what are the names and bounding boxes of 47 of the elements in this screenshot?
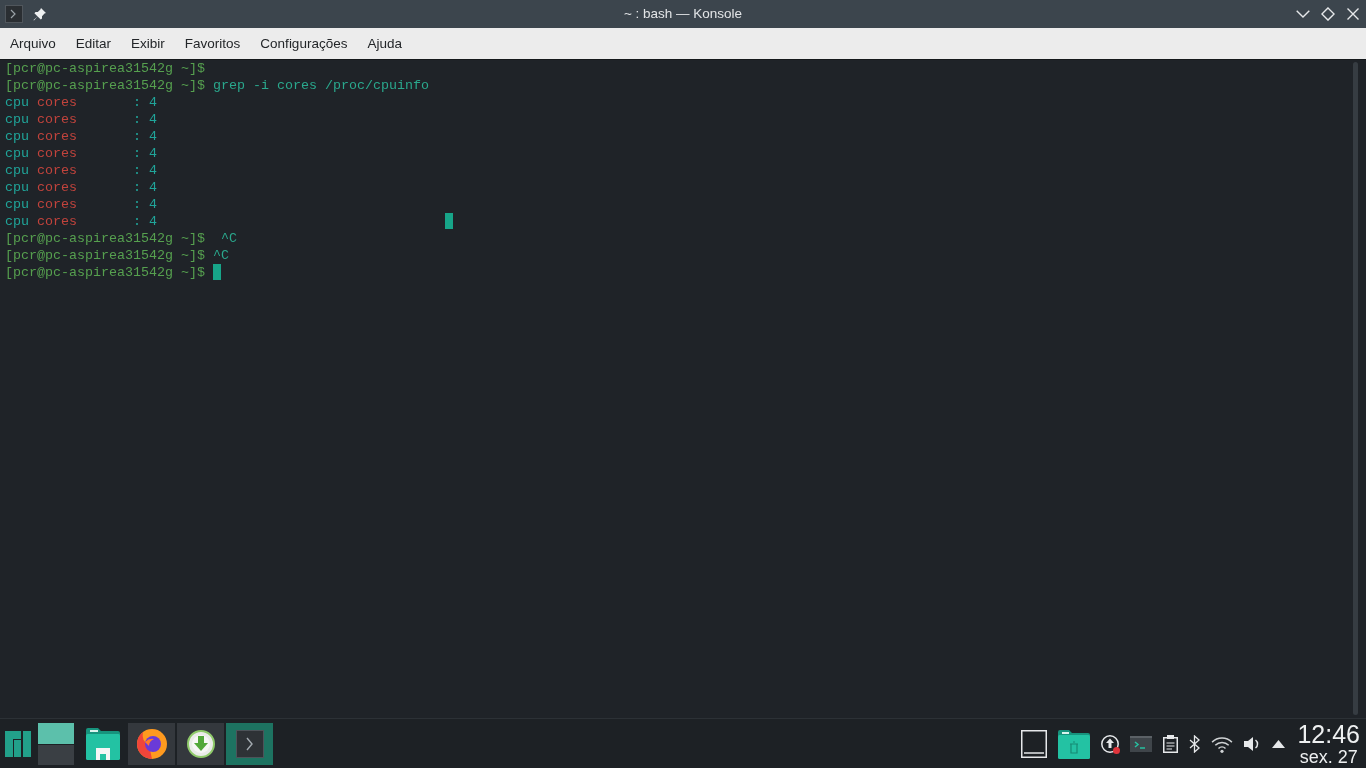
trash-folder-icon[interactable] <box>1058 729 1091 759</box>
terminal-line: [pcr@pc-aspirea31542g ~]$ ^C <box>5 247 229 264</box>
terminal-line: cpu cores : 4 <box>5 213 157 230</box>
terminal-line: [pcr@pc-aspirea31542g ~]$ ^C <box>5 230 237 247</box>
clock-date[interactable]: sex. 27 <box>1299 748 1358 766</box>
desktop-thumbnail[interactable] <box>38 744 74 765</box>
menu-item[interactable]: Configurações <box>250 33 358 54</box>
pin-button[interactable] <box>33 7 46 21</box>
empty-window-icon[interactable] <box>1021 730 1048 758</box>
down-arrow-circle-icon <box>186 730 215 758</box>
clock-time[interactable]: 12:46 <box>1297 722 1360 747</box>
menu-item[interactable]: Editar <box>65 33 122 54</box>
window-title: ~ : bash — Konsole <box>623 4 743 23</box>
terminal-prompt-icon <box>235 730 264 758</box>
scrollbar-handle[interactable] <box>1353 62 1358 715</box>
terminal-line: cpu cores : 4 <box>5 145 157 162</box>
folder-icon[interactable] <box>86 728 120 760</box>
diamond-icon <box>1321 7 1335 21</box>
menu-item[interactable]: Exibir <box>121 33 175 54</box>
maximize-button[interactable] <box>1318 4 1338 24</box>
terminal-line: [pcr@pc-aspirea31542g ~]$ <box>5 264 205 281</box>
menu-item[interactable]: Ajuda <box>357 33 412 54</box>
bars-logo-icon[interactable] <box>5 731 31 757</box>
menu-item[interactable]: Arquivo <box>0 33 66 54</box>
terminal-line: cpu cores : 4 <box>5 196 157 213</box>
task-button[interactable] <box>177 723 224 765</box>
bluetooth-icon[interactable] <box>1189 735 1201 753</box>
menu-item[interactable]: Favoritos <box>174 33 251 54</box>
task-button[interactable] <box>128 723 175 765</box>
clipboard-icon[interactable] <box>1163 735 1179 753</box>
terminal-line: [pcr@pc-aspirea31542g ~]$ grep -i cores /proc/cpuinfo <box>5 77 429 94</box>
terminal-line: cpu cores : 4 <box>5 128 157 145</box>
pin-icon <box>33 7 46 21</box>
close-icon <box>1347 8 1359 20</box>
terminal-line: cpu cores : 4 <box>5 162 157 179</box>
terminal-prompt-icon <box>5 5 23 23</box>
terminal-line: cpu cores : 4 <box>5 111 157 128</box>
chevron-down-icon <box>1296 10 1310 18</box>
flame-globe-icon <box>136 729 167 759</box>
terminal-icon[interactable] <box>1130 736 1153 752</box>
up-arrow-circle-icon[interactable] <box>1101 735 1120 753</box>
up-triangle-icon[interactable] <box>1272 740 1286 748</box>
wifi-icon[interactable] <box>1211 735 1234 753</box>
terminal-line: cpu cores : 4 <box>5 179 157 196</box>
terminal-line: cpu cores : 4 <box>5 94 157 111</box>
terminal-line: [pcr@pc-aspirea31542g ~]$ <box>5 60 205 77</box>
desktop-thumbnail[interactable] <box>38 723 74 744</box>
